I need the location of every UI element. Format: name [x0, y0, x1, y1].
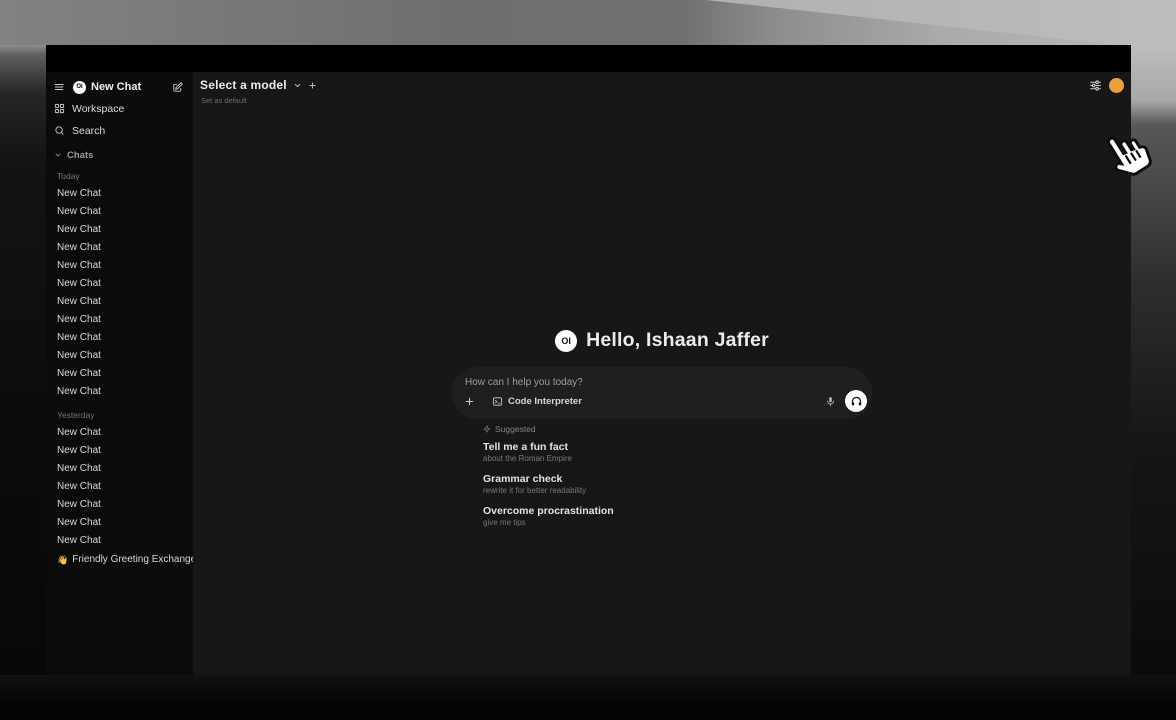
- prompt-title: Grammar check: [483, 473, 813, 486]
- message-composer[interactable]: How can I help you today? Code Interpret…: [452, 367, 872, 419]
- suggested-prompt[interactable]: Grammar check rewrite it for better read…: [483, 473, 813, 496]
- screen: OI New Chat Workspace Search: [0, 0, 1176, 720]
- chat-list-item[interactable]: New Chat: [46, 460, 193, 478]
- code-interpreter-toggle[interactable]: Code Interpreter: [492, 396, 582, 407]
- user-avatar[interactable]: [1109, 78, 1124, 93]
- attach-plus-icon[interactable]: [464, 396, 475, 407]
- chat-list-item[interactable]: New Chat: [46, 257, 193, 275]
- chat-list-item[interactable]: New Chat: [46, 424, 193, 442]
- suggested-label: Suggested: [495, 424, 536, 434]
- prompt-subtitle: rewrite it for better readability: [483, 486, 813, 496]
- chat-list-item[interactable]: New Chat: [46, 275, 193, 293]
- chat-list-item[interactable]: New Chat: [46, 496, 193, 514]
- chat-list-item[interactable]: New Chat: [46, 185, 193, 203]
- chat-list-item[interactable]: New Chat: [46, 347, 193, 365]
- prompt-title: Overcome procrastination: [483, 505, 813, 518]
- workspace-grid-icon: [54, 103, 65, 114]
- bolt-icon: [483, 425, 491, 433]
- search-label: Search: [72, 125, 105, 137]
- search-icon: [54, 125, 65, 136]
- chats-label: Chats: [67, 150, 93, 161]
- headphones-icon: [850, 395, 863, 408]
- chat-list-item[interactable]: New Chat: [46, 383, 193, 401]
- suggested-section: Suggested Tell me a fun fact about the R…: [483, 423, 813, 528]
- chats-section-toggle[interactable]: Chats: [46, 148, 193, 162]
- app-window: OI New Chat Workspace Search: [46, 45, 1131, 675]
- chat-list-item[interactable]: New Chat: [46, 221, 193, 239]
- app-logo: OI: [73, 81, 86, 94]
- wave-emoji-icon: 👋: [57, 551, 68, 569]
- settings-sliders-icon[interactable]: [1089, 79, 1102, 92]
- desktop-background-right: [1131, 45, 1176, 720]
- model-selector[interactable]: Select a model: [200, 78, 317, 92]
- greeting-block: OI Hello, Ishaan Jaffer: [193, 329, 1131, 352]
- chat-list-item[interactable]: New Chat: [46, 239, 193, 257]
- chat-list-item[interactable]: New Chat: [46, 293, 193, 311]
- chat-list-yesterday: New Chat New Chat New Chat New Chat New …: [46, 424, 193, 550]
- new-chat-icon[interactable]: [172, 82, 183, 93]
- app-logo: OI: [555, 330, 577, 352]
- set-default-link[interactable]: Set as default: [201, 96, 247, 105]
- microphone-icon[interactable]: [825, 395, 836, 408]
- prompt-title: Tell me a fun fact: [483, 441, 813, 454]
- suggested-prompt[interactable]: Tell me a fun fact about the Roman Empir…: [483, 441, 813, 464]
- composer-toolbar: Code Interpreter: [464, 389, 867, 413]
- main-panel: Select a model Set as default OI Hello, …: [193, 72, 1131, 675]
- chevron-down-icon: [293, 81, 302, 90]
- chat-list-item[interactable]: New Chat: [46, 478, 193, 496]
- chat-group-label-today: Today: [46, 170, 193, 182]
- chat-list-item[interactable]: New Chat: [46, 365, 193, 383]
- chat-list-today: New Chat New Chat New Chat New Chat New …: [46, 185, 193, 401]
- chat-list-item-friendly-greeting[interactable]: 👋 Friendly Greeting Exchange: [46, 551, 193, 569]
- chevron-down-icon: [54, 151, 62, 159]
- greeting-text: Hello, Ishaan Jaffer: [586, 329, 769, 352]
- sidebar-header: OI New Chat: [46, 78, 193, 96]
- desktop-background-left: [0, 45, 46, 720]
- chat-list-item[interactable]: New Chat: [46, 311, 193, 329]
- chat-group-label-yesterday: Yesterday: [46, 409, 193, 421]
- chat-list-item[interactable]: New Chat: [46, 514, 193, 532]
- chat-list-item[interactable]: New Chat: [46, 203, 193, 221]
- desktop-background-bottom: [0, 675, 1176, 720]
- sidebar-title: New Chat: [91, 81, 141, 93]
- sidebar-item-search[interactable]: Search: [46, 121, 193, 140]
- suggested-prompt[interactable]: Overcome procrastination give me tips: [483, 505, 813, 528]
- prompt-subtitle: about the Roman Empire: [483, 454, 813, 464]
- suggested-prompt-list: Tell me a fun fact about the Roman Empir…: [483, 441, 813, 528]
- message-input[interactable]: How can I help you today?: [465, 377, 583, 388]
- sidebar: OI New Chat Workspace Search: [46, 72, 193, 675]
- app-titlebar: [46, 45, 1131, 72]
- code-interpreter-label: Code Interpreter: [508, 396, 582, 407]
- workspace-label: Workspace: [72, 103, 124, 115]
- chat-item-label: Friendly Greeting Exchange: [72, 551, 193, 569]
- suggested-header: Suggested: [483, 423, 813, 434]
- terminal-icon: [492, 396, 503, 407]
- prompt-subtitle: give me tips: [483, 518, 813, 528]
- chat-list-item[interactable]: New Chat: [46, 532, 193, 550]
- sidebar-item-workspace[interactable]: Workspace: [46, 99, 193, 118]
- voice-call-button[interactable]: [845, 390, 867, 412]
- chat-list-item[interactable]: New Chat: [46, 442, 193, 460]
- chat-list-item[interactable]: New Chat: [46, 329, 193, 347]
- header-controls: [1089, 78, 1124, 93]
- add-model-icon[interactable]: [308, 81, 317, 90]
- model-selector-label: Select a model: [200, 78, 287, 92]
- sidebar-toggle-icon[interactable]: [54, 82, 64, 92]
